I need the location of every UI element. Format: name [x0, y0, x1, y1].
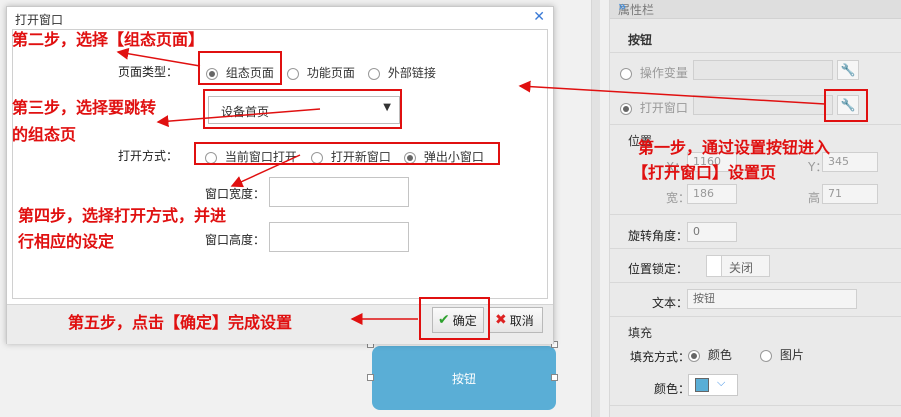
arrow-step2 [116, 47, 201, 67]
arrow-step4 [230, 154, 301, 188]
arrow-step3 [156, 108, 321, 128]
annotation-step4-line2: 行相应的设定 [18, 232, 115, 251]
annotation-step3-line2: 的组态页 [12, 125, 77, 144]
annotation-step1-line1: 第一步，通过设置按钮进入 [638, 138, 831, 157]
arrow-step1 [518, 80, 826, 105]
annotation-step2: 第二步，选择【组态页面】 [12, 30, 205, 49]
annotation-step4-line1: 第四步，选择打开方式，并进 [18, 206, 227, 225]
annotation-step1-line2: 【打开窗口】设置页 [632, 163, 777, 182]
annotation-step3-line1: 第三步，选择要跳转 [12, 98, 157, 117]
annotation-step5: 第五步，点击【确定】完成设置 [68, 313, 293, 332]
